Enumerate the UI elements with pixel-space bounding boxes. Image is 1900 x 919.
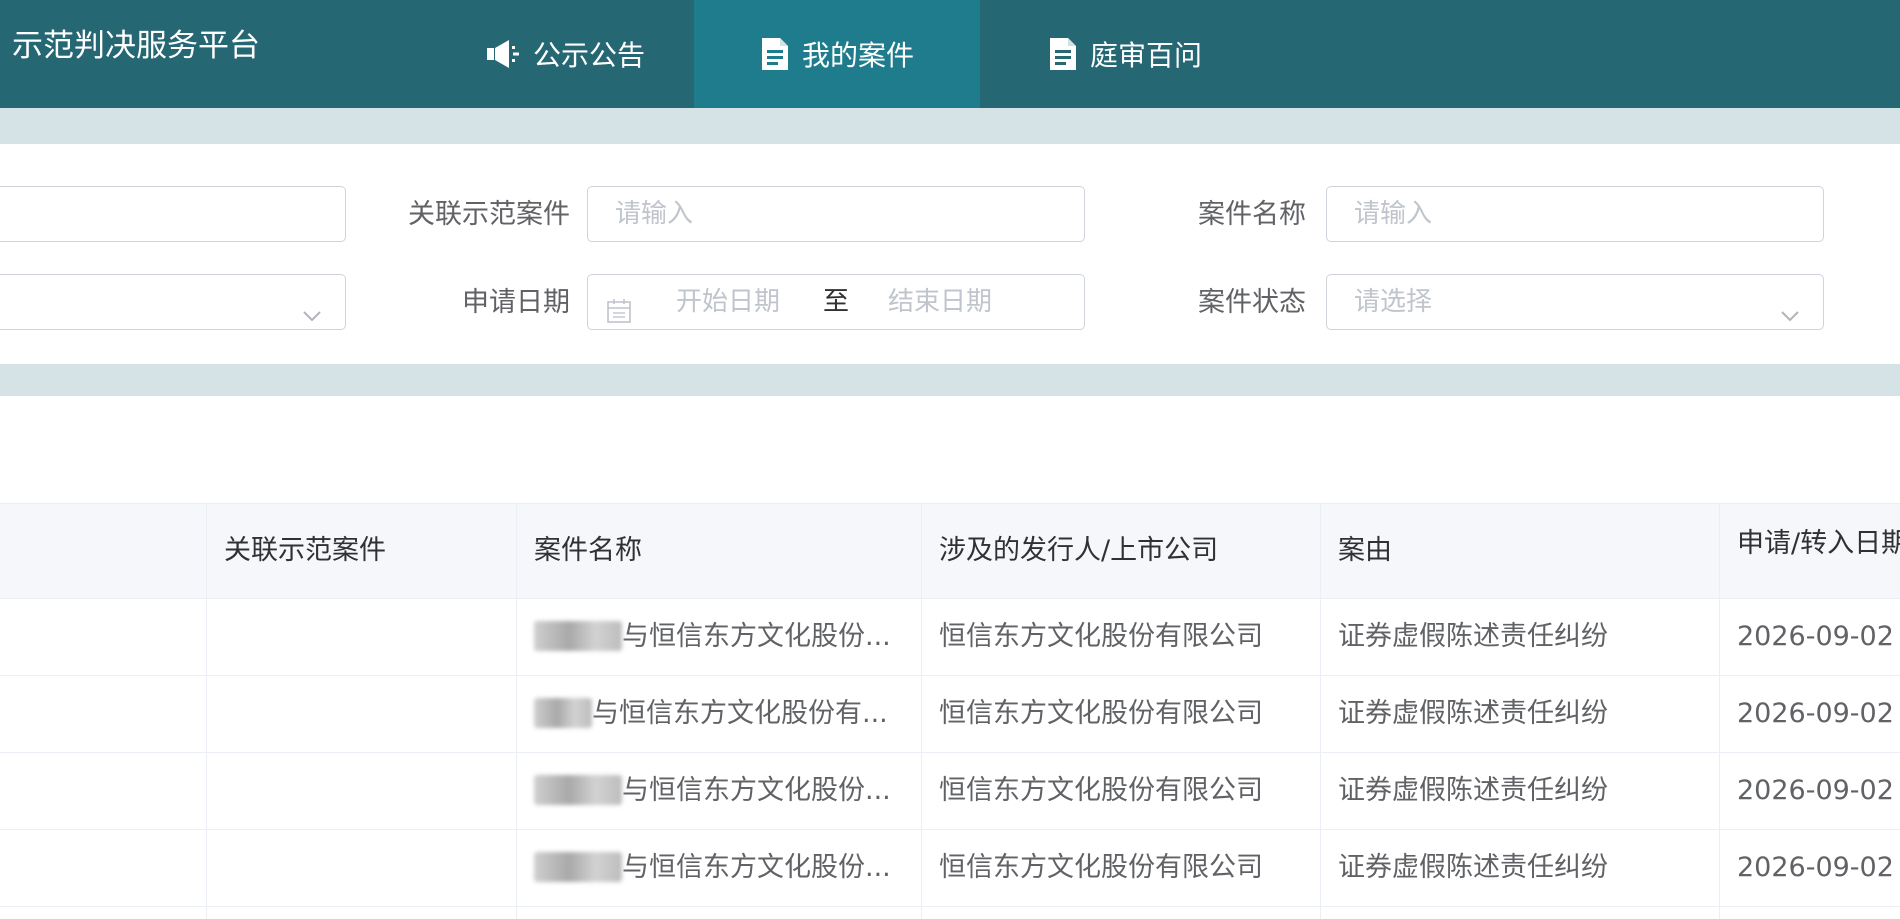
top-nav-bar: 示范判决服务平台 公示公告 我的案件 庭审百问	[0, 0, 1900, 108]
cause-cell: 证券虚假陈述责任纠纷	[1338, 775, 1608, 806]
redacted-party	[534, 851, 622, 882]
filter-select-cut-left-2[interactable]	[0, 274, 346, 330]
tab-announcements[interactable]: 公示公告	[440, 0, 690, 108]
table-row[interactable]: 与恒信东方文化股份... 恒信东方文化股份有限公司 证券虚假陈述责任纠纷 202…	[0, 753, 1900, 830]
chevron-down-icon	[1779, 292, 1801, 346]
start-date-placeholder[interactable]: 开始日期	[676, 275, 780, 329]
linked-case-label: 关联示范案件	[408, 199, 570, 230]
redacted-party	[534, 697, 592, 728]
filter-top-band	[0, 108, 1900, 144]
column-header-linked-case[interactable]: 关联示范案件	[206, 504, 386, 598]
cause-cell: 证券虚假陈述责任纠纷	[1338, 698, 1608, 729]
column-divider	[1719, 503, 1720, 919]
apply-date-label: 申请日期	[462, 287, 570, 318]
table-row[interactable]: 与恒信东方文化股份... 恒信东方文化股份有限公司 证券虚假陈述责任纠纷 202…	[0, 830, 1900, 907]
megaphone-icon	[485, 38, 521, 70]
case-status-label: 案件状态	[1198, 287, 1306, 318]
tab-trial-faq-label: 庭审百问	[1089, 39, 1202, 72]
cause-cell: 证券虚假陈述责任纠纷	[1338, 852, 1608, 883]
table-row[interactable]: 与恒信东方文化股份... 恒信东方文化股份有限公司 证券虚假陈述责任纠纷 202…	[0, 599, 1900, 676]
chevron-down-icon	[301, 292, 323, 346]
tab-my-cases-label: 我的案件	[801, 39, 914, 72]
cause-cell: 证券虚假陈述责任纠纷	[1338, 621, 1608, 652]
column-header-date[interactable]: 申请/转入日期	[1719, 524, 1900, 564]
case-name-cell: 与恒信东方文化股份...	[516, 599, 924, 675]
end-date-placeholder[interactable]: 结束日期	[888, 275, 992, 329]
case-status-placeholder: 请选择	[1354, 287, 1433, 317]
case-name-input[interactable]	[1326, 186, 1824, 242]
column-header-case-name[interactable]: 案件名称	[516, 504, 642, 598]
app-title: 示范判决服务平台	[12, 28, 260, 64]
company-cell: 恒信东方文化股份有限公司	[939, 852, 1263, 883]
case-name-cell: 与恒信东方文化股份...	[516, 753, 924, 829]
company-cell: 恒信东方文化股份有限公司	[939, 621, 1263, 652]
tab-trial-faq[interactable]: 庭审百问	[1000, 0, 1250, 108]
case-name-cell: 与恒信东方文化股份有...	[516, 676, 924, 752]
date-cell: 2026-09-02	[1737, 775, 1894, 806]
date-cell: 2026-09-02	[1737, 621, 1894, 652]
case-status-select[interactable]: 请选择	[1326, 274, 1824, 330]
column-divider	[206, 503, 207, 919]
calendar-icon	[606, 289, 632, 343]
company-cell: 恒信东方文化股份有限公司	[939, 698, 1263, 729]
apply-date-range-picker[interactable]: 开始日期 至 结束日期	[587, 274, 1085, 330]
filter-input-cut-left-1[interactable]	[0, 186, 346, 242]
case-name-cell: 与恒信东方文化股份...	[516, 830, 924, 906]
document-icon	[760, 37, 790, 71]
column-divider	[1320, 503, 1321, 919]
date-range-separator: 至	[823, 287, 850, 317]
document-icon	[1048, 37, 1078, 71]
filter-bottom-band	[0, 364, 1900, 396]
company-cell: 恒信东方文化股份有限公司	[939, 775, 1263, 806]
column-divider	[921, 503, 922, 919]
case-name-label: 案件名称	[1198, 199, 1306, 230]
table-header: 关联示范案件 案件名称 涉及的发行人/上市公司 案由 申请/转入日期	[0, 503, 1900, 599]
column-header-company[interactable]: 涉及的发行人/上市公司	[921, 504, 1218, 598]
filter-panel: 关联示范案件 案件名称 申请日期 开始日期 至 结束日期 案件状态 请选择	[0, 144, 1900, 364]
tab-announcements-label: 公示公告	[532, 39, 645, 72]
redacted-party	[534, 620, 622, 651]
date-cell: 2026-09-02	[1737, 852, 1894, 883]
date-cell: 2026-09-02	[1737, 698, 1894, 729]
column-divider	[516, 503, 517, 919]
redacted-party	[534, 774, 622, 805]
column-header-cause[interactable]: 案由	[1320, 504, 1392, 598]
tab-my-cases[interactable]: 我的案件	[694, 0, 980, 108]
linked-case-input[interactable]	[587, 186, 1085, 242]
table-row[interactable]: 与恒信东方文化股份有... 恒信东方文化股份有限公司 证券虚假陈述责任纠纷 20…	[0, 676, 1900, 753]
